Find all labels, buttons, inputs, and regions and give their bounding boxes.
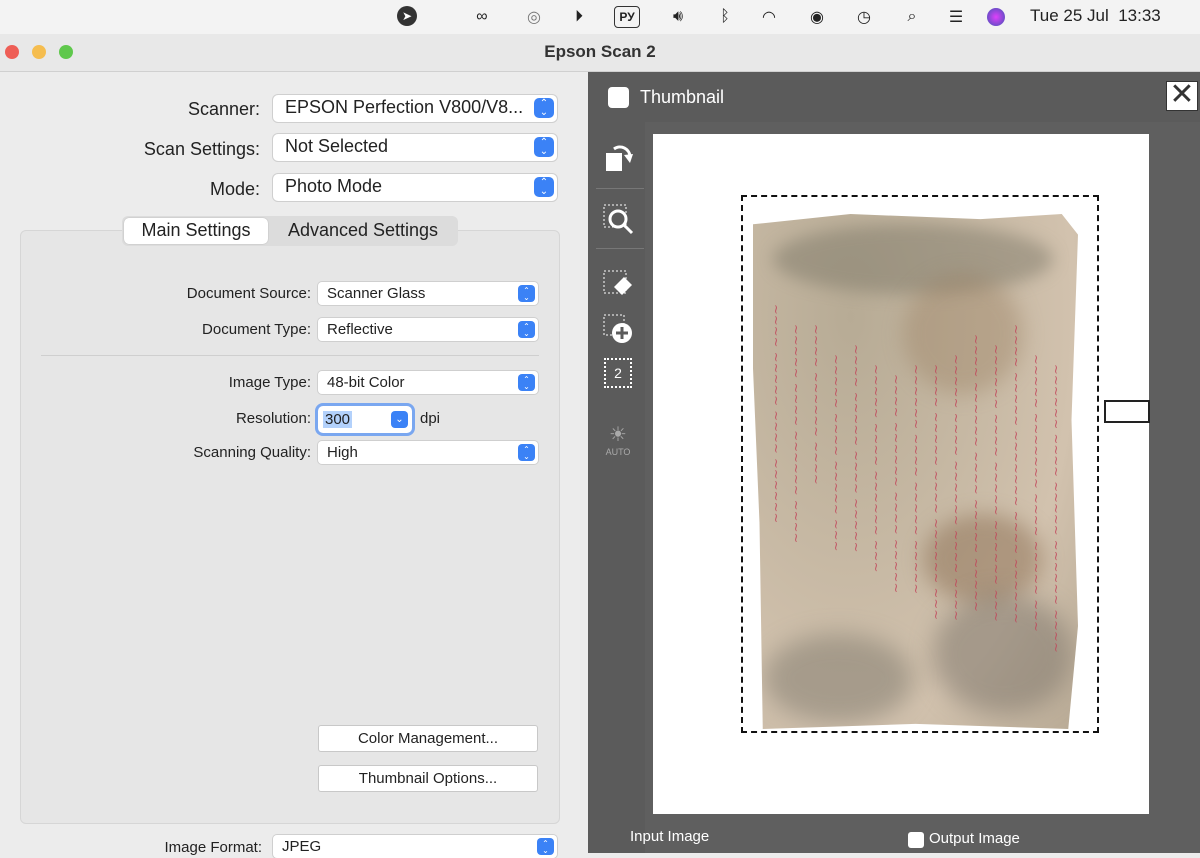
output-image-label: Output Image <box>929 830 1020 847</box>
thumbnail-checkbox[interactable] <box>608 87 629 108</box>
zoom-icon[interactable] <box>601 202 635 236</box>
clock[interactable]: Tue 25 Jul 13:33 <box>1030 6 1161 26</box>
scanning-quality-label: Scanning Quality: <box>193 444 311 461</box>
resolution-unit: dpi <box>420 410 441 427</box>
creative-cloud-icon[interactable]: ∞ <box>471 6 493 28</box>
mode-label: Mode: <box>209 179 260 199</box>
resolution-label: Resolution: <box>235 410 311 427</box>
document-source-label: Document Source: <box>186 285 311 302</box>
stepper-icon: ⌃ ⌄ <box>518 374 535 391</box>
auto-label: AUTO <box>605 446 631 457</box>
divider <box>41 355 539 356</box>
stepper-icon: ⌃ ⌄ <box>518 444 535 461</box>
thumbnail-label: Thumbnail <box>640 87 725 107</box>
marquee-count-box: 2 <box>604 358 632 388</box>
image-type-value: 48-bit Color <box>327 374 405 391</box>
stepper-icon: ⌃ ⌄ <box>518 321 535 338</box>
image-format-select[interactable]: JPEG ⌃ ⌄ <box>273 835 557 858</box>
scan-settings-select[interactable]: Not Selected ⌃ ⌄ <box>273 134 557 161</box>
window-title: Epson Scan 2 <box>544 42 656 61</box>
date-text: Tue 25 Jul <box>1030 6 1109 25</box>
scanner-label: Scanner: <box>187 99 260 119</box>
resolution-combo[interactable]: 300 ⌄ <box>318 406 412 433</box>
output-image-checkbox[interactable] <box>908 832 924 848</box>
stepper-icon: ⌃ ⌄ <box>534 137 554 157</box>
scanner-value: EPSON Perfection V800/V8... <box>285 97 524 117</box>
settings-tabs: Main Settings Advanced Settings <box>122 216 458 246</box>
settings-panel: Scanner: EPSON Perfection V800/V8... ⌃ ⌄ … <box>0 72 588 858</box>
thumbnail-options-button[interactable]: Thumbnail Options... <box>318 765 538 792</box>
main-settings-box: Document Source: Scanner Glass ⌃ ⌄ Docume… <box>20 230 560 824</box>
menu-bar: ➤ ∞ ◎ ⏵ РУ 🔊︎ ᛒ ◠ ◉ ◷ ⌕ ☰ Tue 25 Jul 13:… <box>0 0 1200 34</box>
wifi-icon[interactable]: ◠ <box>758 6 780 28</box>
stepper-icon: ⌃ ⌄ <box>534 98 554 118</box>
scan-settings-value: Not Selected <box>285 136 389 156</box>
scanning-quality-select[interactable]: High ⌃ ⌄ <box>318 441 538 464</box>
image-type-select[interactable]: 48-bit Color ⌃ ⌄ <box>318 371 538 394</box>
rotate-icon[interactable] <box>601 142 635 176</box>
control-center-icon[interactable]: ☰ <box>945 6 967 28</box>
scanner-select[interactable]: EPSON Perfection V800/V8... ⌃ ⌄ <box>273 95 557 122</box>
document-source-select[interactable]: Scanner Glass ⌃ ⌄ <box>318 282 538 305</box>
marquee-handle[interactable] <box>1104 400 1150 423</box>
sun-icon: ☀ <box>609 423 627 446</box>
image-format-value: JPEG <box>282 838 322 855</box>
mode-select[interactable]: Photo Mode ⌃ ⌄ <box>273 174 557 201</box>
thumbnail-preview[interactable]: ~~~~~~ ~~~~ ~~~~~ ~~~~~~ ~~~~ ~~~~~ ~~~~… <box>653 134 1149 814</box>
eraser-icon[interactable] <box>601 268 635 302</box>
play-icon[interactable]: ⏵ <box>568 6 590 28</box>
image-type-label: Image Type: <box>228 374 311 391</box>
document-type-label: Document Type: <box>202 321 311 338</box>
marquee-count-icon[interactable]: 2 <box>601 356 635 390</box>
image-format-label: Image Format: <box>164 839 262 856</box>
color-management-button[interactable]: Color Management... <box>318 725 538 752</box>
auto-exposure-icon[interactable]: ☀ AUTO <box>601 422 635 457</box>
siri-icon[interactable] <box>987 8 1005 26</box>
scan-settings-label: Scan Settings: <box>143 139 260 159</box>
tab-main-settings[interactable]: Main Settings <box>124 218 268 244</box>
keyboard-layout-icon[interactable]: РУ <box>614 6 640 28</box>
document-type-value: Reflective <box>327 321 393 338</box>
input-image-label: Input Image <box>630 828 710 845</box>
marquee-count-text: 2 <box>614 365 622 381</box>
add-marquee-icon[interactable] <box>601 312 635 346</box>
scanning-quality-value: High <box>327 444 358 461</box>
volume-icon[interactable]: 🔊︎ <box>667 6 689 28</box>
airdrop-icon[interactable]: ◎ <box>523 6 545 28</box>
thumbnail-header: Thumbnail ✕ <box>588 72 1200 122</box>
user-icon[interactable]: ◉ <box>806 6 828 28</box>
stepper-icon: ⌃ ⌄ <box>537 838 554 855</box>
mode-value: Photo Mode <box>285 176 383 196</box>
close-icon[interactable]: ✕ <box>1166 80 1198 111</box>
chevron-down-icon[interactable]: ⌄ <box>391 411 408 428</box>
thumbnail-panel: Thumbnail ✕ 2 ☀ AUTO ~~~~~~ ~~~~ ~~~~~ ~… <box>588 72 1200 853</box>
stepper-icon: ⌃ ⌄ <box>534 177 554 197</box>
time-text: 13:33 <box>1118 6 1161 25</box>
scan-marquee[interactable] <box>741 195 1099 733</box>
location-arrow-icon[interactable]: ➤ <box>397 6 417 26</box>
resolution-value[interactable]: 300 <box>323 411 353 428</box>
document-type-select[interactable]: Reflective ⌃ ⌄ <box>318 318 538 341</box>
stepper-icon: ⌃ ⌄ <box>518 285 535 302</box>
toolbar-divider <box>596 248 644 249</box>
toolbar-divider <box>596 188 644 189</box>
bluetooth-icon[interactable]: ᛒ <box>714 6 736 28</box>
spotlight-icon[interactable]: ⌕ <box>901 6 923 28</box>
thumbnail-toolbar: 2 ☀ AUTO <box>588 122 645 853</box>
tab-advanced-settings[interactable]: Advanced Settings <box>272 218 454 244</box>
time-machine-icon[interactable]: ◷ <box>853 6 875 28</box>
document-source-value: Scanner Glass <box>327 285 426 302</box>
